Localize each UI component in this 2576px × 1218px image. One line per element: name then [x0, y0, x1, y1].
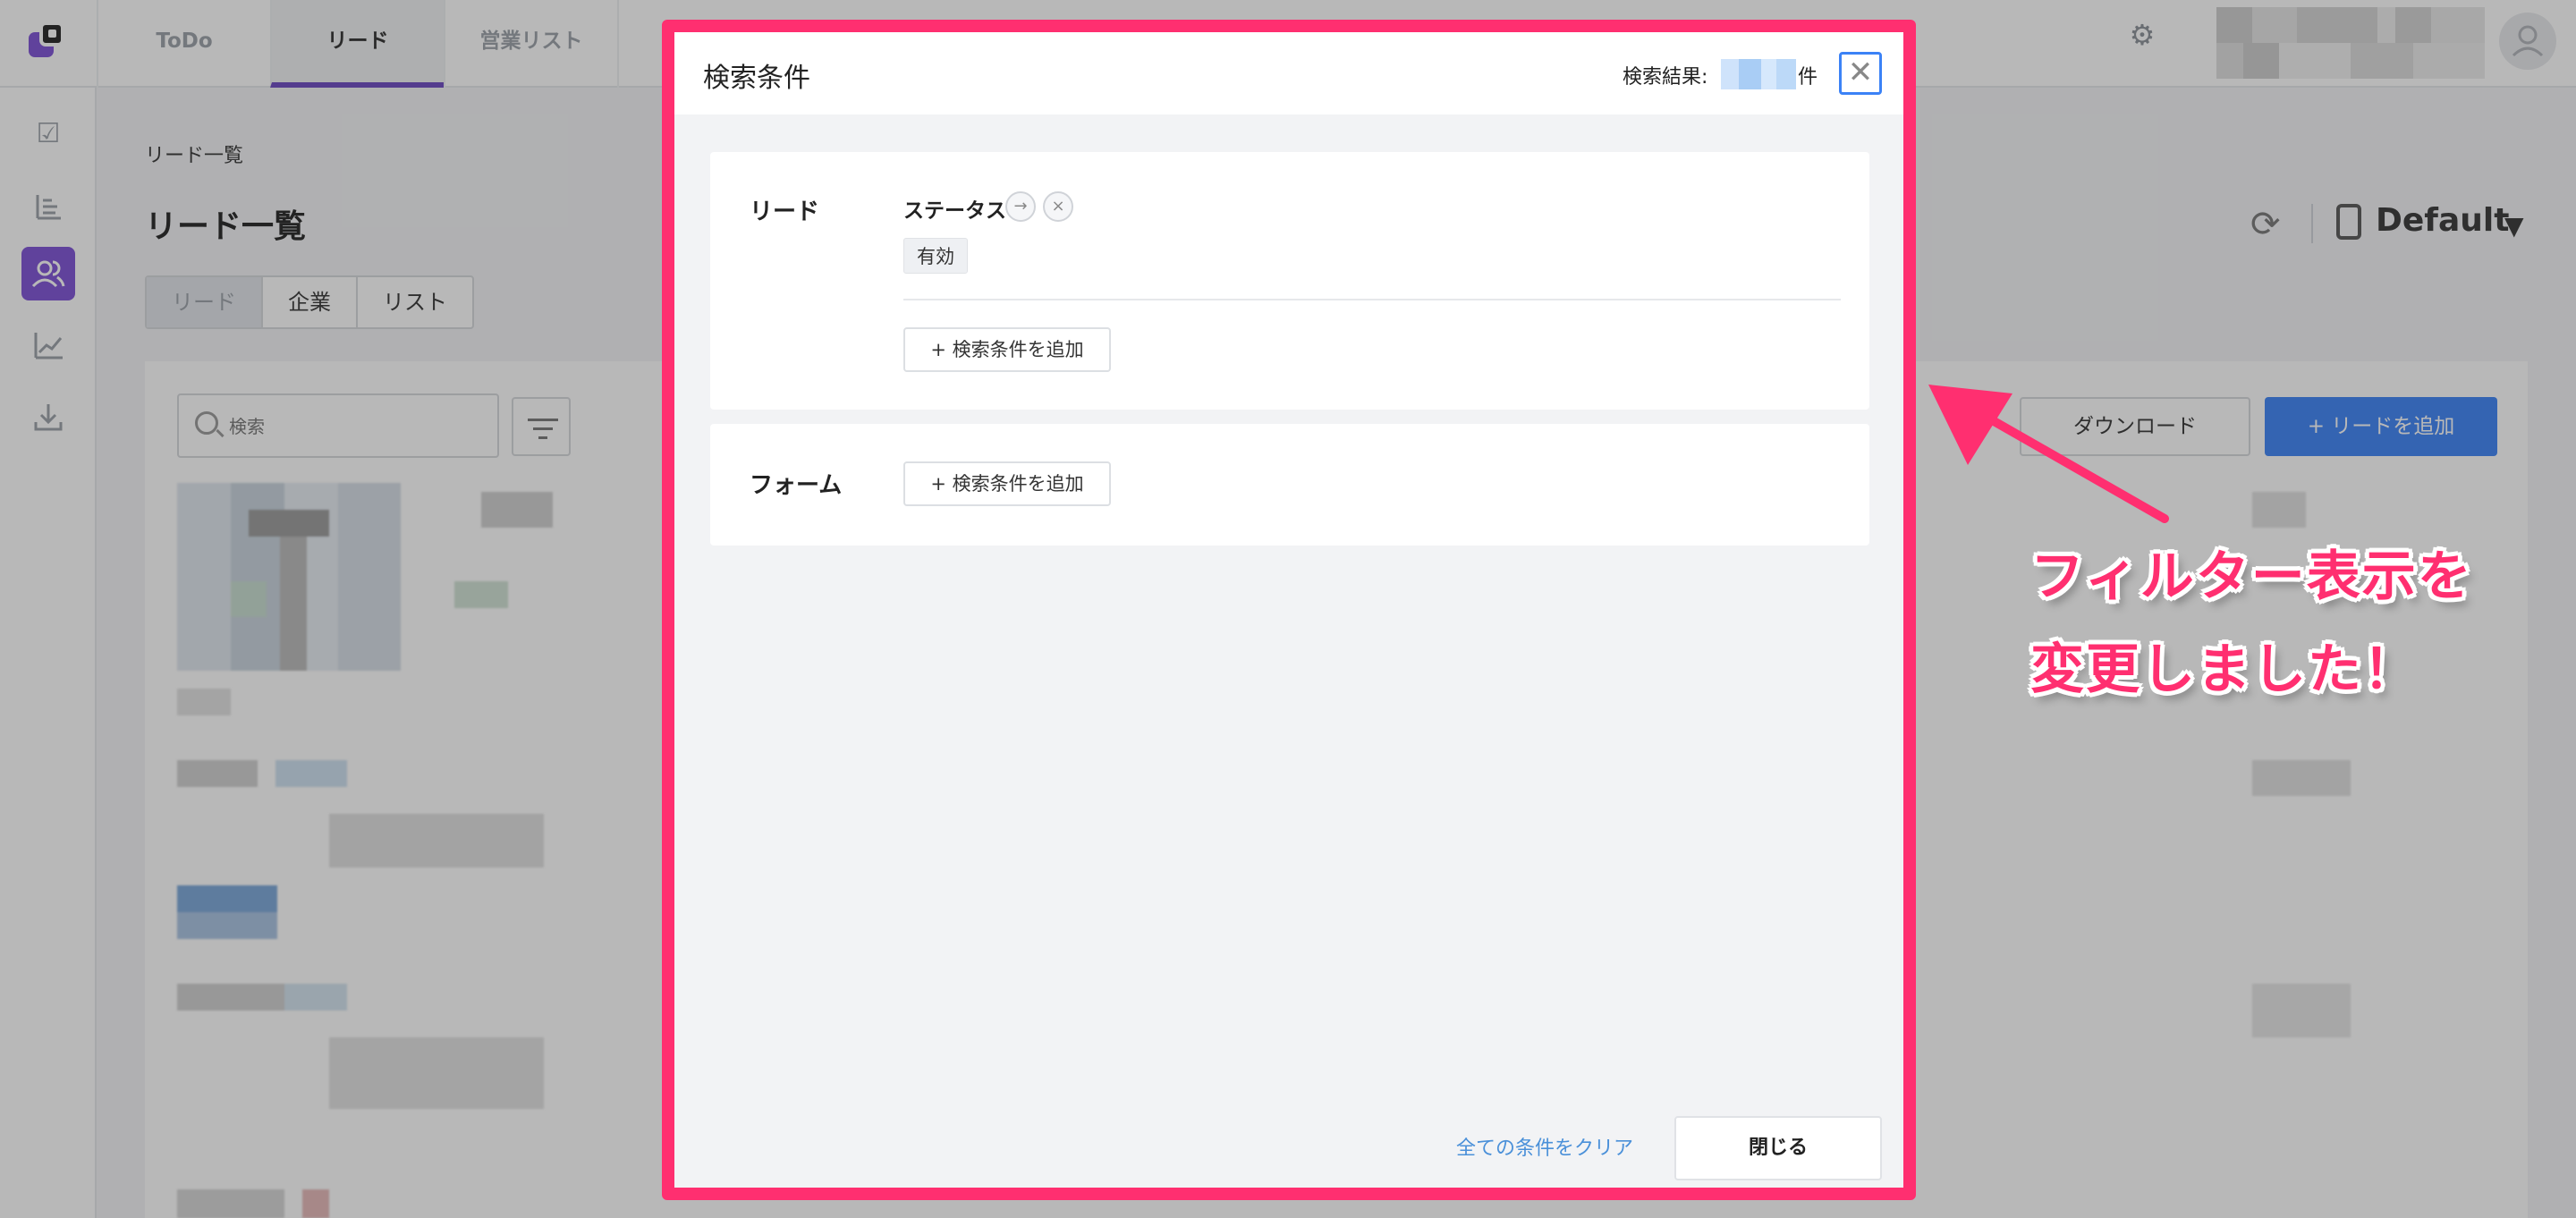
modal-header: 検索条件 検索結果: 件 ✕ [674, 32, 1903, 114]
status-value-chip[interactable]: 有効 [903, 238, 968, 274]
result-label: 検索結果: [1623, 66, 1708, 89]
status-condition-label: ステータス [903, 199, 1006, 223]
result-count-blurred [1721, 59, 1796, 89]
close-button[interactable]: 閉じる [1674, 1116, 1882, 1180]
lead-condition-section: リード ステータス → × 有効 + 検索条件を追加 [710, 152, 1869, 410]
form-condition-section: フォーム + 検索条件を追加 [710, 424, 1869, 546]
close-icon[interactable]: ✕ [1839, 52, 1882, 95]
result-unit: 件 [1798, 66, 1818, 89]
search-conditions-modal: 検索条件 検索結果: 件 ✕ リード ステータス → × 有効 + 検索条件を追… [662, 20, 1916, 1200]
annotation-line-2: 変更しました！ [2030, 639, 2419, 701]
section-label-lead: リード [750, 199, 820, 225]
remove-condition-icon[interactable]: × [1043, 191, 1073, 222]
divider [903, 299, 1841, 300]
add-condition-button-lead[interactable]: + 検索条件を追加 [903, 327, 1111, 372]
clear-all-conditions-link[interactable]: 全ての条件をクリア [1456, 1132, 1633, 1161]
add-condition-button-form[interactable]: + 検索条件を追加 [903, 461, 1111, 506]
annotation-arrow-icon [1928, 385, 2169, 523]
arrow-right-icon[interactable]: → [1005, 191, 1036, 222]
section-label-form: フォーム [750, 472, 843, 499]
annotation-line-1: フィルター表示を [2030, 546, 2473, 608]
modal-title: 検索条件 [703, 63, 810, 94]
